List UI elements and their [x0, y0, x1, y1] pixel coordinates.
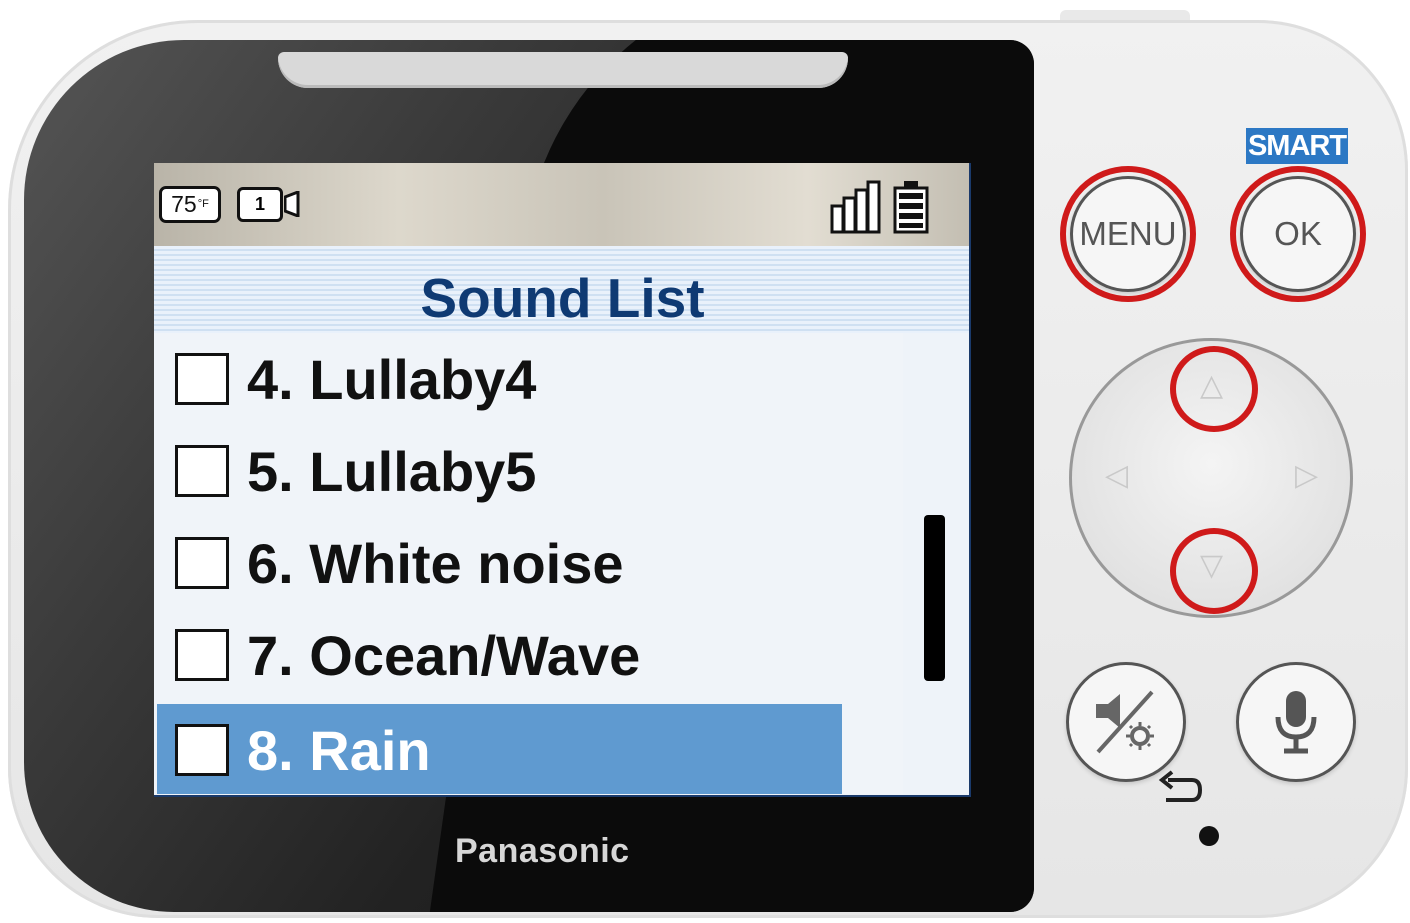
right-arrow-icon[interactable]: ▷ — [1295, 458, 1318, 493]
up-arrow-icon[interactable]: △ — [1200, 368, 1223, 403]
speaker-slot — [278, 52, 848, 88]
device-screen: 75 °F 1 Sound List 4. Lullaby4 5. Lullab… — [154, 163, 971, 797]
camera-feed-strip: 75 °F 1 — [154, 163, 971, 246]
back-icon — [1158, 770, 1203, 802]
signal-strength-icon — [830, 180, 881, 234]
volume-brightness-button[interactable] — [1066, 662, 1186, 782]
sound-list-item[interactable]: 7. Ocean/Wave — [157, 609, 842, 699]
microphone-hole — [1199, 826, 1219, 846]
scrollbar-thumb[interactable] — [924, 515, 945, 681]
sound-list-item[interactable]: 4. Lullaby4 — [157, 333, 842, 423]
sound-item-label: 5. Lullaby5 — [247, 440, 537, 503]
camera-icon — [284, 191, 300, 217]
temperature-badge: 75 °F — [159, 186, 221, 223]
sound-item-label: 8. Rain — [247, 719, 431, 782]
sound-list: 4. Lullaby4 5. Lullaby5 6. White noise 7… — [154, 333, 971, 797]
smart-label: SMART — [1246, 128, 1348, 164]
ok-button[interactable]: OK — [1240, 176, 1356, 292]
sound-item-label: 7. Ocean/Wave — [247, 624, 641, 687]
screen-title: Sound List — [420, 267, 705, 329]
screen-title-bar: Sound List — [154, 246, 971, 333]
sound-checkbox[interactable] — [175, 629, 229, 681]
left-arrow-icon[interactable]: ◁ — [1105, 458, 1128, 493]
volume-brightness-icon — [1096, 690, 1154, 754]
camera-number: 1 — [254, 194, 265, 214]
battery-icon — [893, 181, 929, 234]
sound-list-item[interactable]: 6. White noise — [157, 517, 842, 607]
sound-checkbox[interactable] — [175, 445, 229, 497]
sound-list-item[interactable]: 5. Lullaby5 — [157, 425, 842, 515]
microphone-button[interactable] — [1236, 662, 1356, 782]
brand-logo: Panasonic — [455, 832, 630, 870]
ok-button-label: OK — [1274, 215, 1322, 252]
sound-item-label: 4. Lullaby4 — [247, 348, 537, 411]
sound-item-label: 6. White noise — [247, 532, 624, 595]
sound-checkbox[interactable] — [175, 353, 229, 405]
down-arrow-icon[interactable]: ▽ — [1200, 548, 1223, 583]
microphone-icon — [1275, 691, 1317, 754]
temperature-unit: °F — [197, 198, 209, 210]
directional-pad[interactable]: ◁ ▷ △ ▽ — [1069, 338, 1353, 618]
sound-checkbox[interactable] — [175, 537, 229, 589]
menu-button-label: MENU — [1079, 215, 1177, 252]
sound-list-item-selected[interactable]: 8. Rain — [157, 704, 842, 794]
menu-button[interactable]: MENU — [1070, 176, 1186, 292]
temperature-value: 75 — [171, 191, 197, 217]
camera-number-badge: 1 — [237, 187, 283, 222]
sound-checkbox[interactable] — [175, 724, 229, 776]
